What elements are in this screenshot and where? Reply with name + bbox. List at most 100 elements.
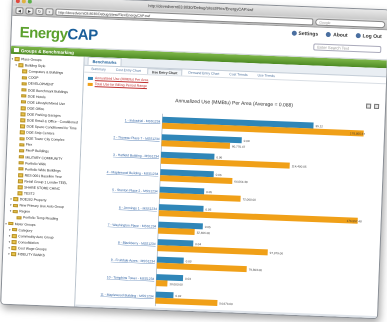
folder-icon xyxy=(18,63,24,68)
folder-icon xyxy=(22,69,28,74)
main-panel: Benchmarks Summary Cost Entry Chart Use En… xyxy=(75,56,387,320)
minimize-window-icon[interactable] xyxy=(21,0,26,4)
category-label[interactable]: 1 - Industrial - MSS1234 xyxy=(125,118,161,123)
folder-icon xyxy=(19,130,25,135)
data-label-total-use: 10,003.00 xyxy=(169,282,183,287)
folder-icon xyxy=(20,106,26,111)
bar-use-per-area xyxy=(155,291,174,299)
legend-item-total-use[interactable]: Total Use for Billing Period Range xyxy=(87,81,149,89)
print-icon[interactable] xyxy=(365,103,372,109)
folder-icon xyxy=(12,203,19,208)
data-label-use-per-area: 0.02 xyxy=(175,294,181,298)
chart-svg: 1 - Industrial - MSS1234 35.12 178,855.57 2… xyxy=(100,113,365,307)
folder-icon xyxy=(16,215,22,220)
data-label-total-use: 114,400.05 xyxy=(292,164,307,169)
folder-icon xyxy=(20,118,26,123)
tree-item-label: COOP xyxy=(28,75,39,81)
data-label-total-use: 178,855.57 xyxy=(350,131,365,136)
about-link[interactable]: About xyxy=(326,32,348,39)
category-label[interactable]: 2 - Thoreau Place 7 - MSS1234 xyxy=(113,135,160,141)
forward-icon[interactable]: ▶ xyxy=(25,7,34,15)
folder-icon xyxy=(11,240,17,244)
folder-icon xyxy=(18,167,24,171)
folder-icon xyxy=(12,227,18,232)
data-label-use-per-area: 0.05 xyxy=(205,225,211,229)
tree-item-label: Consolidation xyxy=(18,240,39,245)
folder-icon xyxy=(11,246,17,250)
groups-tree: ▾ Place Groups ▾ Building Style Computers & … xyxy=(1,53,85,309)
tree-item[interactable]: ▾ FIDELITY BANKS xyxy=(4,251,75,260)
category-label[interactable]: 11 - Maplewood Building - MSS1234 xyxy=(100,292,154,298)
bar-use-per-area xyxy=(156,256,184,264)
data-label-use-per-area: 0.06 xyxy=(216,155,222,159)
data-label-use-per-area: 0.05 xyxy=(206,190,212,194)
folder-icon xyxy=(12,209,18,214)
bar-total-use xyxy=(157,245,268,256)
folder-icon xyxy=(21,81,27,86)
bar-chart: 1 - Industrial - MSS1234 35.12 178,855.57 2… xyxy=(75,109,386,317)
web-search-input[interactable]: Google xyxy=(315,18,386,29)
tree-item-label: DOE Office xyxy=(27,106,45,111)
subtab-summary[interactable]: Summary xyxy=(87,66,110,73)
tree-item-label: Region xyxy=(19,209,31,215)
tree-item-label: TEST2 xyxy=(23,191,35,196)
category-label[interactable]: 3 - Hatfield Building - MSS1234 xyxy=(113,153,159,159)
category-label[interactable]: 9 - Fruitdale Acres - MSS1234 xyxy=(111,258,155,264)
chart-tools xyxy=(365,103,380,110)
data-label-total-use: 64,064.38 xyxy=(234,180,248,185)
data-label-total-use: 176,557.48 xyxy=(347,219,362,224)
bar-total-use xyxy=(156,262,247,273)
export-icon[interactable] xyxy=(373,103,380,110)
subtab-cost-entry-chart[interactable]: Cost Entry Chart xyxy=(112,67,145,74)
tree-item-label: DOE Hotels xyxy=(27,94,46,99)
subtab-cost-trends[interactable]: Cost Trends xyxy=(225,71,251,78)
maximize-window-icon[interactable] xyxy=(27,0,32,4)
tree-item-label: FlexP Buildings xyxy=(25,148,49,154)
category-label[interactable]: 6 - Jennings 1 - MSS1234 xyxy=(119,206,157,211)
subtab-use-entry-chart[interactable]: Use Entry Chart xyxy=(146,68,183,76)
data-label-total-use: 79,803.00 xyxy=(249,268,263,273)
bar-total-use xyxy=(156,280,168,287)
category-label[interactable]: 7 - Washington Place - MSS1234 xyxy=(108,223,157,229)
folder-icon xyxy=(21,94,27,98)
gear-icon xyxy=(291,30,297,36)
house-icon xyxy=(13,47,20,53)
folder-icon xyxy=(18,161,24,165)
folder-icon xyxy=(19,148,25,153)
category-label[interactable]: 10 - Tompkins Tower - MSS1234 xyxy=(107,275,155,281)
app-search-input[interactable]: Enter Search Text xyxy=(313,43,382,54)
data-label-total-use: 97,879.00 xyxy=(270,251,284,256)
data-label-use-per-area: 0.04 xyxy=(195,242,201,246)
folder-icon xyxy=(17,191,23,196)
browser-window: http://devedvernt03:8030/Debug/sitest/Fl… xyxy=(0,0,387,320)
folder-icon xyxy=(14,57,20,61)
data-label-total-use: 72,000.00 xyxy=(242,197,256,202)
data-label-use-per-area: 0.03 xyxy=(186,259,192,263)
folder-icon xyxy=(17,185,23,190)
folder-icon xyxy=(18,173,24,177)
tab-benchmarks[interactable]: Benchmarks xyxy=(87,56,122,67)
subtab-demand-entry-chart[interactable]: Demand Entry Chart xyxy=(184,70,223,77)
settings-link[interactable]: Settings xyxy=(291,30,318,38)
logout-link[interactable]: Log Out xyxy=(355,33,382,40)
category-label[interactable]: 4 - Maplewood Building - MSS1234 xyxy=(107,170,159,176)
back-icon[interactable]: ◀ xyxy=(15,7,24,15)
data-label-use-per-area: 0.03 xyxy=(185,277,191,281)
category-label[interactable]: 8 - Blackberry - MSS1234 xyxy=(118,241,156,246)
tree-item-label: FIDELITY BANKS xyxy=(17,252,45,258)
reload-icon[interactable]: ↻ xyxy=(35,7,44,16)
info-icon xyxy=(326,32,332,38)
folder-icon xyxy=(19,142,25,147)
bar-total-use xyxy=(155,297,218,306)
energycap-logo: EnergyCAP xyxy=(19,24,98,45)
tree-item-label: Place Groups xyxy=(21,57,42,63)
top-nav: Settings About Log Out xyxy=(291,30,382,40)
add-tab-icon[interactable]: + xyxy=(45,8,54,16)
folder-icon xyxy=(20,100,27,104)
tree-item-label: Building Style xyxy=(24,63,46,69)
category-label[interactable]: 5 - Stanton Place 2 - MSS1234 xyxy=(112,188,158,194)
subtab-use-trends[interactable]: Use Trends xyxy=(253,72,279,79)
folder-icon xyxy=(11,252,17,257)
close-window-icon[interactable] xyxy=(15,0,20,4)
folder-icon xyxy=(21,88,27,92)
